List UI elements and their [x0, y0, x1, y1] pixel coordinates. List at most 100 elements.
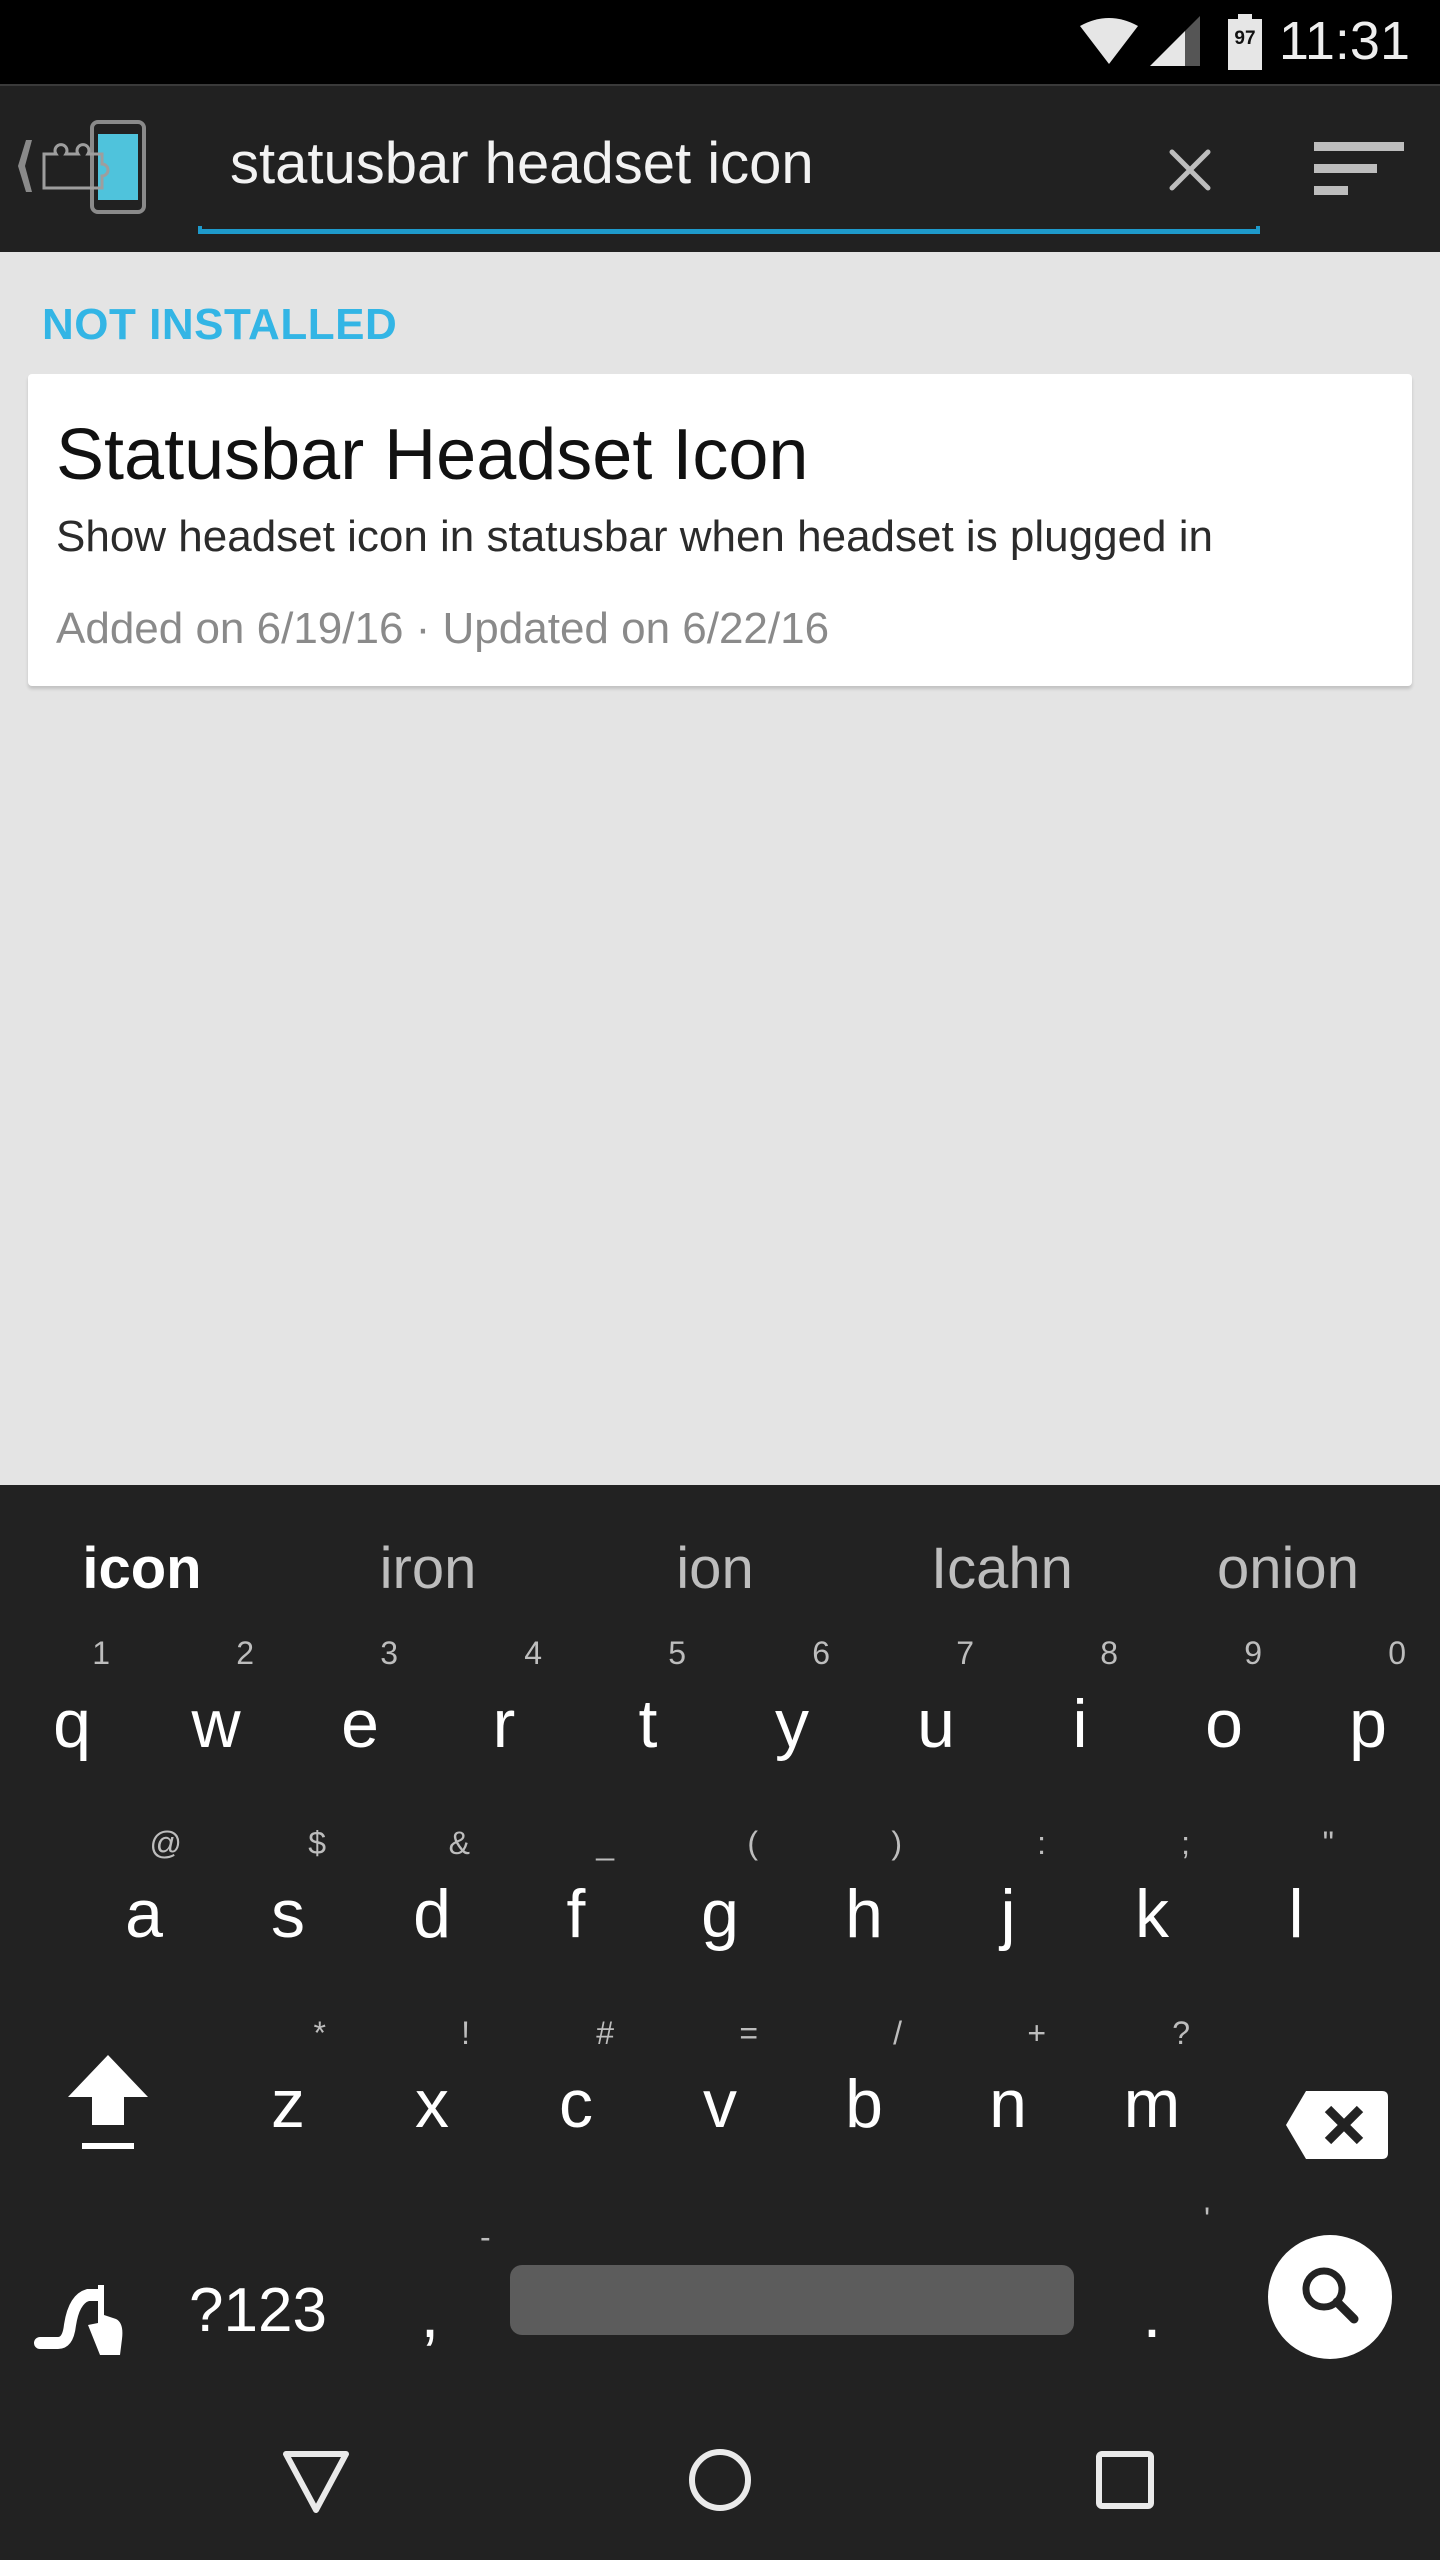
key-label: s — [271, 1876, 305, 1952]
key-hint: 2 — [236, 1635, 254, 1671]
gesture-typing-key[interactable] — [18, 2225, 148, 2405]
key-hint: ; — [1181, 1825, 1190, 1861]
backspace-key[interactable] — [1262, 2025, 1412, 2205]
key-hint: + — [1027, 2015, 1046, 2051]
key-c[interactable]: # c — [504, 2015, 648, 2195]
key-hint: 4 — [524, 1635, 542, 1671]
key-i[interactable]: 8i — [1008, 1635, 1152, 1815]
app-bar: statusbar headset icon — [0, 84, 1440, 252]
key-g[interactable]: (g — [648, 1825, 792, 2005]
key-k[interactable]: ; k — [1080, 1825, 1224, 2005]
sort-icon — [1314, 142, 1404, 195]
period-key-label: . — [1142, 2276, 1162, 2352]
comma-key-hint: - — [480, 2219, 491, 2255]
back-triangle-icon — [283, 2451, 349, 2513]
recents-square-icon — [1096, 2451, 1154, 2509]
suggestion-item[interactable]: icon — [2, 1535, 282, 1602]
key-d[interactable]: & d — [360, 1825, 504, 2005]
key-h[interactable]: ) h — [792, 1825, 936, 2005]
key-w[interactable]: 2w — [144, 1635, 288, 1815]
key-label: c — [559, 2066, 593, 2142]
recents-button[interactable] — [1085, 2440, 1165, 2520]
key-label: r — [492, 1686, 516, 1762]
symbols-key-label: ?123 — [189, 2276, 327, 2345]
key-hint: ! — [461, 2015, 470, 2051]
key-a[interactable]: @ a — [72, 1825, 216, 2005]
module-list-item[interactable]: Statusbar Headset Icon Show headset icon… — [28, 374, 1412, 686]
symbols-key[interactable]: ?123 — [168, 2225, 348, 2405]
backspace-icon — [1286, 2091, 1388, 2159]
battery-icon: 97 — [1228, 14, 1262, 70]
key-j[interactable]: :j — [936, 1825, 1080, 2005]
key-label: n — [989, 2066, 1027, 2142]
shift-key[interactable] — [36, 2025, 180, 2205]
key-r[interactable]: 4r — [432, 1635, 576, 1815]
key-s[interactable]: $ s — [216, 1825, 360, 2005]
key-t[interactable]: 5t — [576, 1635, 720, 1815]
key-z[interactable]: * z — [216, 2015, 360, 2195]
up-navigation-button[interactable] — [10, 116, 160, 216]
battery-level: 97 — [1234, 28, 1256, 49]
key-f[interactable]: _ f — [504, 1825, 648, 2005]
suggestion-item[interactable]: Icahn — [862, 1535, 1142, 1602]
key-hint: : — [1037, 1825, 1046, 1861]
xposed-installer-icon — [18, 120, 146, 214]
key-hint: ( — [747, 1825, 758, 1861]
key-label: q — [53, 1686, 91, 1762]
home-button[interactable] — [680, 2440, 760, 2520]
key-label: k — [1135, 1876, 1169, 1952]
module-dates: Added on 6/19/16 · Updated on 6/22/16 — [56, 604, 830, 653]
key-e[interactable]: 3e — [288, 1635, 432, 1815]
key-p[interactable]: 0p — [1296, 1635, 1440, 1815]
key-label: z — [271, 2066, 305, 2142]
key-q[interactable]: 1q — [0, 1635, 144, 1815]
space-bar[interactable] — [510, 2265, 1074, 2335]
gesture-typing-icon — [34, 2285, 123, 2355]
key-hint: 1 — [92, 1635, 110, 1671]
suggestion-item[interactable]: iron — [288, 1535, 568, 1602]
clear-search-button[interactable] — [1160, 140, 1220, 200]
key-u[interactable]: 7u — [864, 1635, 1008, 1815]
key-y[interactable]: 6y — [720, 1635, 864, 1815]
suggestion-item[interactable]: onion — [1148, 1535, 1428, 1602]
key-label: j — [1000, 1876, 1016, 1952]
key-label: f — [566, 1876, 586, 1952]
clock: 11:31 — [1278, 11, 1410, 71]
key-x[interactable]: ! x — [360, 2015, 504, 2195]
key-label: x — [415, 2066, 449, 2142]
search-icon — [1302, 2267, 1359, 2324]
key-label: o — [1205, 1686, 1243, 1762]
back-button[interactable] — [276, 2440, 356, 2520]
key-label: a — [125, 1876, 163, 1952]
key-hint: @ — [149, 1825, 182, 1861]
home-circle-icon — [689, 2449, 751, 2511]
comma-key-label: , — [420, 2276, 440, 2352]
sort-button[interactable] — [1310, 136, 1410, 206]
module-description: Show headset icon in statusbar when head… — [56, 512, 1213, 561]
suggestion-item[interactable]: ion — [575, 1535, 855, 1602]
key-hint: 6 — [812, 1635, 830, 1671]
key-hint: / — [893, 2015, 902, 2051]
shift-icon — [68, 2055, 148, 2149]
key-label: b — [845, 2066, 883, 2142]
search-action-key[interactable] — [1268, 2235, 1392, 2359]
wifi-icon — [1080, 18, 1138, 64]
key-n[interactable]: + n — [936, 2015, 1080, 2195]
key-v[interactable]: = v — [648, 2015, 792, 2195]
comma-key[interactable]: - , — [370, 2219, 491, 2405]
key-label: g — [701, 1876, 739, 1952]
key-label: l — [1288, 1876, 1304, 1952]
period-key[interactable]: ' . — [1092, 2201, 1212, 2405]
key-b[interactable]: / b — [792, 2015, 936, 2195]
key-label: p — [1349, 1686, 1387, 1762]
key-hint: * — [313, 2015, 326, 2051]
key-l[interactable]: " l — [1224, 1825, 1368, 2005]
navigation-bar — [0, 2385, 1440, 2560]
key-hint: 8 — [1100, 1635, 1118, 1671]
key-hint: # — [596, 2015, 614, 2051]
key-m[interactable]: ? m — [1080, 2015, 1224, 2195]
search-input[interactable]: statusbar headset icon — [230, 130, 814, 197]
key-label: u — [917, 1686, 955, 1762]
key-label: y — [775, 1686, 809, 1762]
key-o[interactable]: 9o — [1152, 1635, 1296, 1815]
